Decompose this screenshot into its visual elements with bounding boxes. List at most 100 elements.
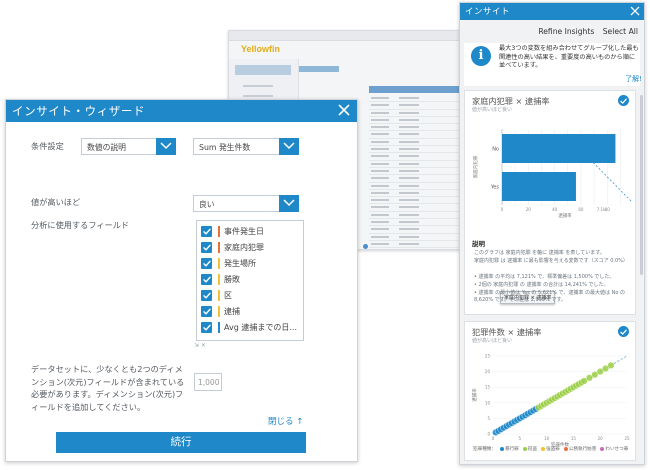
bar-yes (502, 172, 576, 201)
x-tick-label: 25 (624, 436, 630, 441)
condition-label: 条件設定 (31, 141, 64, 151)
checkbox-checked-icon[interactable] (201, 258, 212, 269)
insight-card-2[interactable]: 犯罪件数 × 逮捕率 値が高いほど良い 0 5 10 15 20 25 0 5 10 15 20 25… (464, 321, 636, 461)
legend-swatch (540, 446, 545, 451)
legend-item[interactable]: わいせつ罪 (605, 447, 628, 452)
sidebar-entry (243, 95, 273, 97)
grid-row (369, 124, 462, 132)
field-type-marker (218, 290, 220, 301)
reference-label: 7.1k (597, 207, 606, 212)
y-tick-label: 0 (487, 432, 490, 437)
checkbox-checked-icon[interactable] (201, 290, 212, 301)
high-value-select[interactable]: 良い (193, 195, 299, 212)
explain-line: • 逮捕率 の平均は 7,121% で、標準偏差は 1,500% でした。 (474, 274, 615, 280)
background-data-grid (369, 86, 462, 249)
close-icon[interactable] (336, 102, 352, 118)
x-tick-label: 20 (598, 436, 604, 441)
checkbox-checked-icon[interactable] (201, 306, 212, 317)
refine-insights-button[interactable]: Refine Insights (538, 27, 594, 36)
grid-row (369, 146, 462, 154)
select-all-button[interactable]: Select All (603, 27, 638, 36)
info-box: i 最大3つの変数を組み合わせてグループ化した最も関連性の高い結果を、重要度の高… (464, 43, 640, 86)
grid-row (369, 153, 462, 161)
x-tick-label: 0 (492, 436, 495, 441)
card2-subtitle: 値が高いほど良い (472, 338, 513, 344)
insights-title: インサイト (465, 7, 511, 17)
x-tick-label: 80 (605, 207, 611, 212)
x-tick-label: 15 (571, 436, 577, 441)
field-item-label: Avg 逮捕までの日... (224, 323, 297, 332)
bar-no (502, 134, 616, 163)
legend-item[interactable]: 強盗罪 (546, 447, 560, 452)
y-tick-label: 25 (485, 354, 491, 359)
field-type-marker (218, 274, 220, 285)
condition-select-1[interactable]: 数値の説明 (81, 138, 176, 155)
dataset-note: データセットに、少なくとも2つのディメンション(次元)フィールドが含まれている必… (31, 364, 185, 412)
x-tick-label: 10 (544, 436, 550, 441)
arrow-up-icon: ↑ (296, 417, 304, 427)
checkbox-checked-icon[interactable] (201, 322, 212, 333)
legend-swatch (522, 446, 527, 451)
field-item-label: 区 (224, 291, 232, 300)
y-tick-label: 5 (487, 416, 490, 421)
insights-header: インサイト (460, 3, 644, 20)
grid-row (369, 175, 462, 183)
legend-item[interactable]: 公務執行妨害 (569, 447, 597, 452)
grid-row (369, 226, 462, 234)
y-tick-label: 10 (485, 400, 491, 405)
field-type-marker (218, 306, 220, 317)
insights-scrollbar[interactable] (640, 95, 643, 275)
checkbox-checked-icon[interactable] (201, 274, 212, 285)
legend-item[interactable]: 暴行罪 (505, 447, 519, 452)
number-input[interactable]: 1,000 (194, 373, 222, 391)
close-link[interactable]: 閉じる ↑ (268, 415, 303, 427)
legend-title: 犯罪種類： (473, 447, 496, 452)
explain-line: 家庭内犯罪 は 逮捕率 に最も影響を与える変数です（スコア 0.0%） (474, 258, 628, 264)
field-list: 事件発生日 家庭内犯罪 発生場所 勝敗区逮捕 Avg 逮捕までの日... (196, 220, 304, 341)
close-icon[interactable] (630, 6, 640, 16)
insights-panel: インサイト Refine Insights Select All i 最大3つの… (459, 2, 645, 465)
grid-row (369, 219, 462, 227)
field-item-label: 逮捕 (224, 307, 240, 316)
yellowfin-logo: Yellowfin (241, 44, 281, 54)
insight-card-1[interactable]: 家庭内犯罪 × 逮捕率 値が高いほど良い No Yes 0 20 40 60 80 7.1k 家… (464, 90, 636, 315)
grid-row (369, 204, 462, 212)
y-tick-label: 15 (485, 385, 491, 390)
background-indicator (363, 244, 368, 249)
resize-handle-icon[interactable]: ⇲ ✕ (194, 342, 206, 349)
field-item-label: 家庭内犯罪 (224, 243, 264, 252)
grid-row (369, 241, 462, 249)
field-item-label: 勝敗 (224, 275, 240, 284)
legend-swatch (563, 446, 568, 451)
screen: Yellowfin インサイト・ウィザード 条件設定 数値の説明 Sum 発生件… (0, 0, 650, 470)
legend-swatch (499, 446, 504, 451)
chevron-down-icon (279, 195, 299, 212)
grid-row (369, 234, 462, 241)
checkbox-checked-icon[interactable] (201, 242, 212, 253)
grid-row (369, 212, 462, 220)
checkbox-checked-icon[interactable] (201, 226, 212, 237)
legend-item[interactable]: 窃盗 (528, 447, 537, 452)
grid-row (369, 248, 462, 249)
chevron-down-icon (156, 138, 176, 155)
proceed-button[interactable]: 続行 (56, 432, 306, 453)
condition-select-2[interactable]: Sum 発生件数 (193, 138, 299, 155)
grid-row (369, 95, 462, 103)
x-tick-label: 20 (526, 207, 532, 212)
condition-select-1-value: 数値の説明 (87, 143, 126, 152)
high-value-label: 値が高いほど (31, 197, 81, 207)
info-text: 最大3つの変数を組み合わせてグループ化した最も関連性の高い結果を、重要度の高いも… (499, 45, 639, 70)
high-value-select-value: 良い (199, 200, 215, 209)
chart-legend: 犯罪種類： 暴行罪 窃盗 強盗罪 公務執行妨害 わいせつ罪 (473, 446, 628, 452)
wizard-title: インサイト・ウィザード (12, 104, 146, 118)
grid-row (369, 161, 462, 168)
close-link-label: 閉じる (268, 417, 294, 427)
x-tick-label: 5 (519, 436, 522, 441)
check-icon[interactable] (618, 326, 629, 337)
got-it-link[interactable]: 了解! (625, 74, 642, 84)
insights-toolbar: Refine Insights Select All (532, 27, 638, 36)
y-axis-label: 家庭内犯罪 (472, 155, 479, 178)
grid-row (369, 197, 462, 205)
category-label: No (492, 147, 499, 153)
check-icon[interactable] (618, 95, 629, 106)
